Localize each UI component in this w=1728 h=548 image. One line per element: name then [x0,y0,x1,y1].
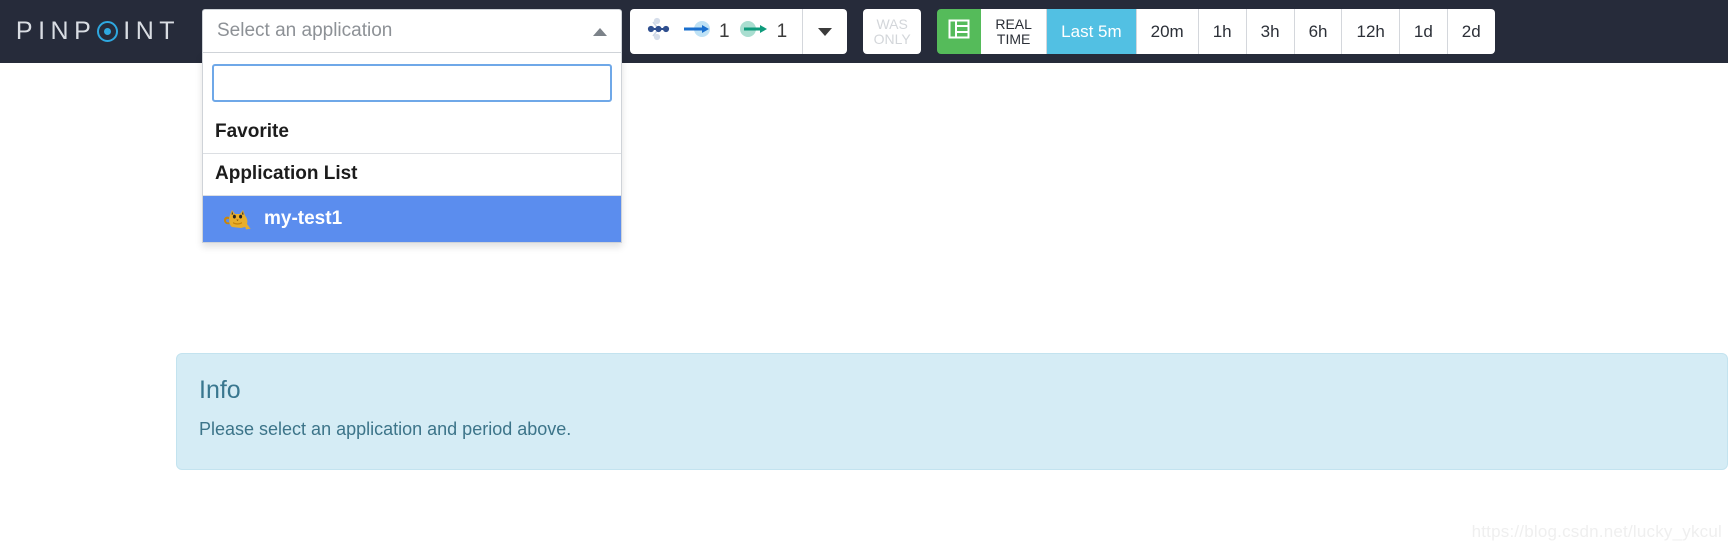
real-time-line2: TIME [996,30,1031,47]
node-counter-group: 1 1 [630,9,848,54]
was-only-line1: WAS [876,15,908,32]
application-dropdown: Favorite Application List my-test1 [202,53,622,243]
real-time-line1: REAL [995,15,1032,32]
period-button-20m[interactable]: 20m [1136,9,1199,54]
real-time-button[interactable]: REAL TIME [981,9,1048,54]
circle-dot-icon [97,21,119,42]
brand-text: PINP INT [16,19,180,44]
toolbar: 1 1 WAS ONLY REAL TIME Last 5m 20m 1h 3h… [630,9,1495,54]
application-select: Select an application Favorite Applicati… [202,9,622,243]
outbound-count: 1 [776,20,788,42]
info-alert-message: Please select an application and period … [199,419,572,439]
inbound-count: 1 [719,20,730,42]
period-button-2d[interactable]: 2d [1447,9,1495,54]
arrow-right-green-icon [739,17,769,46]
brand-text-part1: PINP [15,17,97,45]
period-button-1d[interactable]: 1d [1399,9,1448,54]
period-button-1h[interactable]: 1h [1198,9,1247,54]
was-only-button[interactable]: WAS ONLY [863,9,922,54]
period-button-12h[interactable]: 12h [1342,9,1400,54]
node-graph-icon [644,17,674,46]
was-only-line2: ONLY [873,30,911,47]
period-button-last-5m[interactable]: Last 5m [1047,9,1137,54]
node-counter: 1 1 [630,9,804,54]
application-select-button[interactable]: Select an application [202,9,622,53]
tomcat-icon [220,206,254,232]
dropdown-group-application-list: Application List [215,163,358,184]
grid-view-button[interactable] [937,9,982,54]
application-search-input[interactable] [212,64,612,102]
pinpoint-logo[interactable]: PINP INT [0,0,196,63]
grid-table-icon [948,18,970,45]
dropdown-group-favorite: Favorite [215,121,289,142]
dropdown-item-label: my-test1 [264,208,343,229]
watermark: https://blog.csdn.net/lucky_ykcul [1471,522,1722,541]
application-select-placeholder: Select an application [217,20,393,41]
period-button-6h[interactable]: 6h [1294,9,1343,54]
dropdown-item-my-test1[interactable]: my-test1 [203,196,621,242]
caret-down-icon [818,27,833,36]
info-alert-title: Info [199,376,241,404]
period-button-3h[interactable]: 3h [1246,9,1295,54]
caret-up-icon [593,28,607,36]
dropdown-search-row [203,53,621,112]
arrow-right-blue-icon [681,17,711,46]
period-group: REAL TIME Last 5m 20m 1h 3h 6h 12h 1d 2d [937,9,1495,54]
node-settings-dropdown-button[interactable] [803,9,847,54]
info-alert: Info Please select an application and pe… [176,353,1728,470]
brand-text-part2: INT [123,17,181,45]
